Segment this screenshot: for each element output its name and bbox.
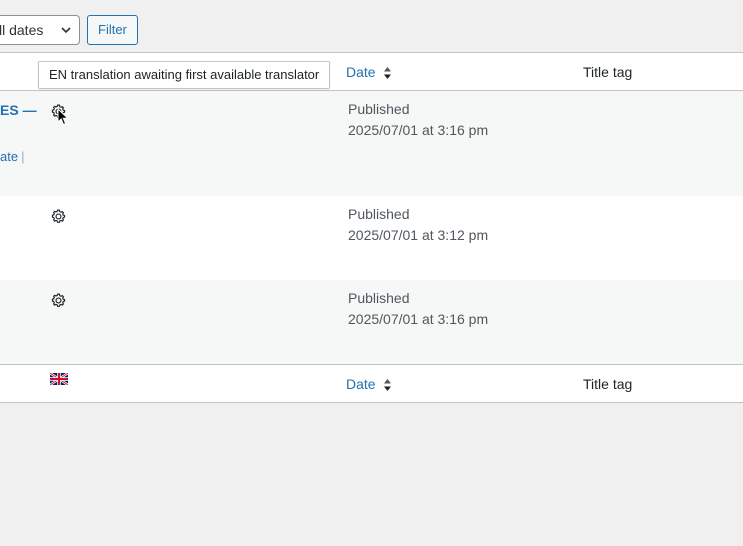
date-column-header[interactable]: Date: [346, 64, 392, 80]
post-date: 2025/07/01 at 3:16 pm: [348, 311, 489, 327]
table-row: Published 2025/07/01 at 3:12 pm: [0, 196, 743, 280]
date-header-label: Date: [346, 64, 376, 80]
row-action: ate |: [0, 149, 24, 164]
date-filter-value: ll dates: [0, 22, 44, 38]
date-column-footer[interactable]: Date: [346, 376, 392, 392]
mouse-pointer-icon: [57, 108, 69, 126]
title-tag-column-footer: Title tag: [583, 376, 633, 392]
post-title-link[interactable]: ES —: [0, 102, 37, 118]
gear-icon[interactable]: [50, 292, 67, 309]
post-status-cell: Published 2025/07/01 at 3:16 pm: [348, 288, 488, 330]
date-footer-label: Date: [346, 376, 376, 392]
table-row: Published 2025/07/01 at 3:16 pm: [0, 280, 743, 364]
row-action-separator: |: [21, 149, 25, 164]
date-filter-select[interactable]: ll dates: [0, 15, 80, 45]
post-date: 2025/07/01 at 3:12 pm: [348, 227, 489, 243]
row-action-link[interactable]: ate: [0, 149, 18, 164]
gear-icon[interactable]: [50, 208, 67, 225]
post-status: Published: [348, 206, 410, 222]
post-date: 2025/07/01 at 3:16 pm: [348, 122, 489, 138]
sort-icon: [384, 67, 392, 80]
posts-table: Date Title tag ES — ate | Published 2025/…: [0, 52, 743, 403]
table-row: ES — ate | Published 2025/07/01 at 3:16 p…: [0, 91, 743, 196]
post-status: Published: [348, 290, 410, 306]
translation-status-tooltip: EN translation awaiting first available …: [38, 61, 331, 89]
title-tag-column-header: Title tag: [583, 64, 633, 80]
sort-icon: [384, 379, 392, 392]
filter-button[interactable]: Filter: [87, 15, 138, 45]
table-footer: Date Title tag: [0, 364, 743, 402]
post-status-cell: Published 2025/07/01 at 3:12 pm: [348, 204, 488, 246]
post-status-cell: Published 2025/07/01 at 3:16 pm: [348, 99, 488, 141]
uk-flag-icon: [50, 373, 68, 385]
post-status: Published: [348, 101, 410, 117]
chevron-down-icon: [61, 27, 71, 34]
